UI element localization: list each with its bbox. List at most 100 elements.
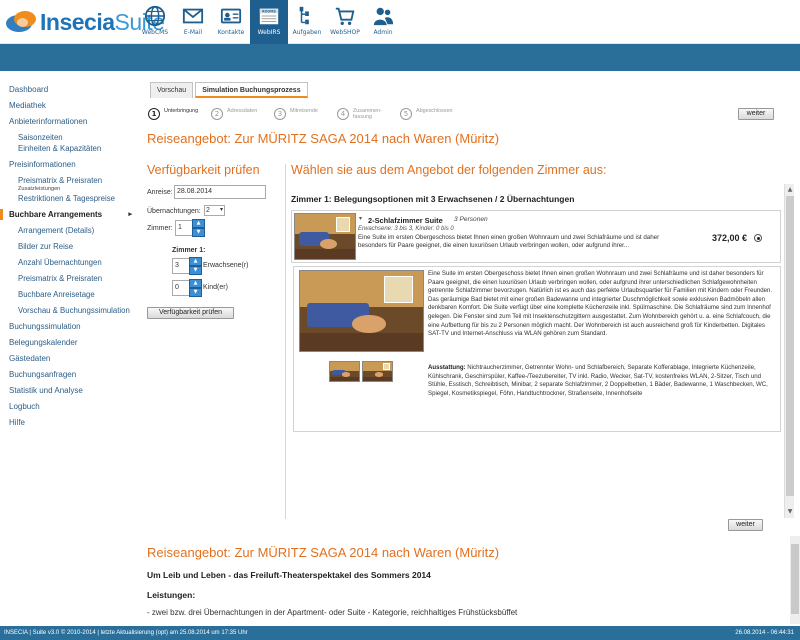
step-4: 4 Zusammen- fassung bbox=[337, 108, 400, 124]
tab-simulation[interactable]: Simulation Buchungsprozess bbox=[195, 82, 308, 98]
nav-label: Admin bbox=[373, 29, 393, 36]
room-option-row[interactable]: ▾ 2-Schlafzimmer Suite 3 Personen Erwach… bbox=[291, 210, 781, 263]
sidebar-item-buchbare-arrangements[interactable]: Buchbare Arrangements ▸ bbox=[0, 209, 140, 220]
offer-scrollbar[interactable]: ▲ ▼ bbox=[784, 184, 794, 518]
room-select-radio[interactable] bbox=[754, 234, 762, 242]
room-photo-thumb-2[interactable] bbox=[362, 361, 393, 382]
room-detail-panel: Eine Suite im ersten Obergeschoss bietet… bbox=[293, 266, 781, 432]
adults-stepper[interactable]: ▲ ▼ bbox=[189, 257, 202, 275]
amenities-label: Ausstattung: bbox=[428, 364, 466, 371]
amenities-text: Nichtraucherzimmer, Getrennter Wohn- und… bbox=[428, 364, 768, 397]
step-number: 2 bbox=[211, 108, 223, 120]
weiter-button-top[interactable]: weiter bbox=[738, 108, 774, 120]
scroll-thumb[interactable] bbox=[786, 196, 794, 496]
sidebar-item-logbuch[interactable]: Logbuch bbox=[0, 401, 140, 412]
adults-input[interactable]: 3 bbox=[172, 258, 190, 274]
sidebar-item-hilfe[interactable]: Hilfe bbox=[0, 417, 140, 428]
step-label: Mitreisende bbox=[290, 108, 318, 114]
nav-label: E-Mail bbox=[183, 29, 203, 36]
kids-input[interactable]: 0 bbox=[172, 280, 190, 296]
top-navigation: WebCMS E-Mail Kontakte ROOMS WebIRS Aufg… bbox=[136, 0, 402, 44]
globe-icon bbox=[144, 5, 166, 27]
footer-info: INSECIA | Suite v3.0 © 2010-2014 | letzt… bbox=[4, 630, 248, 636]
increment-icon[interactable]: ▲ bbox=[192, 219, 205, 228]
nav-aufgaben[interactable]: Aufgaben bbox=[288, 0, 326, 44]
increment-icon[interactable]: ▲ bbox=[189, 257, 202, 266]
availability-title: Verfügbarkeit prüfen bbox=[147, 163, 260, 177]
nav-label: WebSHOP bbox=[330, 29, 360, 36]
sidebar-item-statistik[interactable]: Statistik und Analyse bbox=[0, 385, 140, 396]
nav-webshop[interactable]: WebSHOP bbox=[326, 0, 364, 44]
sidebar-subitem-arrangement-details[interactable]: Arrangement (Details) bbox=[0, 225, 140, 236]
decrement-icon[interactable]: ▼ bbox=[192, 228, 205, 237]
sidebar-subitem-saisonzeiten[interactable]: Saisonzeiten bbox=[0, 132, 140, 143]
nav-webcms[interactable]: WebCMS bbox=[136, 0, 174, 44]
sidebar-item-buchungssimulation[interactable]: Buchungssimulation bbox=[0, 321, 140, 332]
scroll-thumb[interactable] bbox=[791, 544, 799, 614]
offer-subtitle: Um Leib und Leben - das Freiluft-Theater… bbox=[147, 570, 431, 580]
step-number: 4 bbox=[337, 108, 349, 120]
tab-vorschau[interactable]: Vorschau bbox=[150, 82, 194, 98]
active-marker bbox=[0, 209, 3, 220]
rooms-input[interactable]: 1 bbox=[175, 220, 193, 236]
nav-kontakte[interactable]: Kontakte bbox=[212, 0, 250, 44]
nav-email[interactable]: E-Mail bbox=[174, 0, 212, 44]
header-band bbox=[0, 44, 800, 71]
collapse-arrow-icon[interactable]: ▾ bbox=[359, 215, 362, 222]
nav-label: WebCMS bbox=[141, 29, 169, 36]
sidebar-item-anbieterinformationen[interactable]: Anbieterinformationen bbox=[0, 116, 140, 127]
nav-admin[interactable]: Admin bbox=[364, 0, 402, 44]
users-icon bbox=[373, 7, 394, 26]
room-description: Eine Suite im ersten Obergeschoss bietet… bbox=[428, 270, 773, 338]
sidebar-item-belegungskalender[interactable]: Belegungskalender bbox=[0, 337, 140, 348]
decrement-icon[interactable]: ▼ bbox=[189, 266, 202, 275]
decrement-icon[interactable]: ▼ bbox=[189, 288, 202, 297]
sidebar-item-mediathek[interactable]: Mediathek bbox=[0, 100, 140, 111]
sidebar-item-gaestedaten[interactable]: Gästedaten bbox=[0, 353, 140, 364]
sidebar-subitem-anreisetage[interactable]: Buchbare Anreisetage bbox=[0, 289, 140, 300]
footer-timestamp: 26.08.2014 - 06:44:31 bbox=[735, 630, 794, 636]
scroll-up-icon[interactable]: ▲ bbox=[786, 186, 794, 194]
sidebar-item-dashboard[interactable]: Dashboard bbox=[0, 84, 140, 95]
sidebar-subitem-restriktionen[interactable]: Restriktionen & Tagespreise bbox=[0, 193, 140, 204]
anreise-input[interactable]: 28.08.2014 bbox=[174, 185, 266, 199]
sidebar: Dashboard Mediathek Anbieterinformatione… bbox=[0, 84, 140, 428]
offer-title: Wählen sie aus dem Angebot der folgenden… bbox=[291, 163, 607, 177]
leistungen-label: Leistungen: bbox=[147, 590, 196, 600]
sidebar-subitem-vorschau[interactable]: Vorschau & Buchungssimulation bbox=[0, 305, 140, 316]
nav-webirs[interactable]: ROOMS WebIRS bbox=[250, 0, 288, 44]
nav-label: WebIRS bbox=[257, 29, 281, 36]
nav-label: Kontakte bbox=[217, 29, 245, 36]
step-number: 3 bbox=[274, 108, 286, 120]
room-thumbnail[interactable] bbox=[294, 213, 356, 260]
nights-select[interactable]: 2 ▾ bbox=[204, 205, 225, 216]
check-availability-button[interactable]: Verfügbarkeit prüfen bbox=[147, 307, 234, 319]
kids-stepper[interactable]: ▲ ▼ bbox=[189, 279, 202, 297]
nav-label: Aufgaben bbox=[292, 29, 322, 36]
sidebar-subitem-anzahl-uebernachtungen[interactable]: Anzahl Übernachtungen bbox=[0, 257, 140, 268]
cart-icon bbox=[335, 7, 355, 25]
column-divider bbox=[285, 164, 286, 519]
header: InseciaSuite WebCMS E-Mail Kontakte ROOM… bbox=[0, 0, 800, 44]
sidebar-item-label: Buchbare Arrangements bbox=[9, 210, 103, 219]
room-main-photo[interactable] bbox=[299, 270, 424, 352]
page-title: Reiseangebot: Zur MÜRITZ SAGA 2014 nach … bbox=[147, 131, 500, 146]
weiter-button-bottom[interactable]: weiter bbox=[728, 519, 763, 531]
sidebar-item-preisinformationen[interactable]: Preisinformationen bbox=[0, 159, 140, 170]
sidebar-subitem-bilder[interactable]: Bilder zur Reise bbox=[0, 241, 140, 252]
room-photo-thumb-1[interactable] bbox=[329, 361, 360, 382]
sidebar-subitem-preismatrix-arrangement[interactable]: Preismatrix & Preisraten bbox=[0, 273, 140, 284]
adults-label: Erwachsene(r) bbox=[203, 262, 249, 269]
leistungen-item: - zwei bzw. drei Übernachtungen in der A… bbox=[147, 608, 518, 617]
scroll-down-icon[interactable]: ▼ bbox=[786, 508, 794, 516]
sidebar-subitem-zusatzleistungen[interactable]: Zusatzleistungen bbox=[0, 186, 140, 193]
page-scrollbar[interactable] bbox=[790, 536, 800, 624]
sidebar-subitem-preismatrix[interactable]: Preismatrix & Preisraten bbox=[0, 175, 140, 186]
rooms-stepper[interactable]: ▲ ▼ bbox=[192, 219, 205, 237]
step-label: Abgeschlossen bbox=[416, 108, 453, 114]
step-3: 3 Mitreisende bbox=[274, 108, 337, 124]
sidebar-subitem-einheiten[interactable]: Einheiten & Kapazitäten bbox=[0, 143, 140, 154]
sidebar-item-buchungsanfragen[interactable]: Buchungsanfragen bbox=[0, 369, 140, 380]
zimmer1-label: Zimmer 1: bbox=[172, 247, 206, 254]
increment-icon[interactable]: ▲ bbox=[189, 279, 202, 288]
